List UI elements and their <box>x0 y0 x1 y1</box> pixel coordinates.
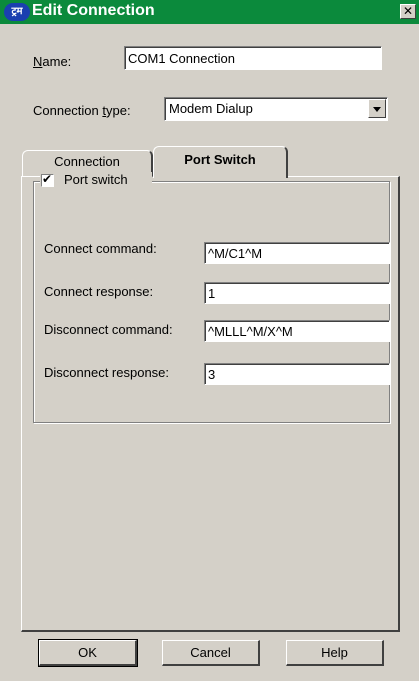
port-switch-checkbox[interactable] <box>41 172 54 187</box>
connect-command-field[interactable] <box>204 242 390 264</box>
name-label: Name: <box>33 54 72 69</box>
connect-response-input[interactable] <box>205 283 389 303</box>
connect-command-input[interactable] <box>205 243 389 263</box>
help-button[interactable]: Help <box>286 640 384 666</box>
disconnect-command-field[interactable] <box>204 320 390 342</box>
disconnect-command-label: Disconnect command: <box>44 322 173 337</box>
connection-type-label: Connection type: <box>33 103 131 118</box>
connection-type-select[interactable]: Modem Dialup <box>164 97 388 121</box>
connection-type-value: Modem Dialup <box>169 101 253 116</box>
tab-port-switch-label: Port Switch <box>184 152 256 167</box>
disconnect-response-field[interactable] <box>204 363 390 385</box>
port-switch-toggle[interactable]: Port switch <box>40 172 152 190</box>
connect-command-label: Connect command: <box>44 241 157 256</box>
title-bar[interactable]: ट्रम Edit Connection ✕ <box>0 0 419 24</box>
close-button[interactable]: ✕ <box>400 4 416 19</box>
tab-port-switch[interactable]: Port Switch <box>153 146 288 178</box>
disconnect-response-label: Disconnect response: <box>44 365 170 380</box>
disconnect-command-input[interactable] <box>205 321 389 341</box>
disconnect-response-input[interactable] <box>205 364 389 384</box>
connect-response-field[interactable] <box>204 282 390 304</box>
ok-button[interactable]: OK <box>38 639 138 667</box>
cancel-button[interactable]: Cancel <box>162 640 260 666</box>
window-title: Edit Connection <box>32 2 155 19</box>
name-field[interactable] <box>124 46 382 70</box>
chevron-down-icon[interactable] <box>368 99 386 118</box>
name-input[interactable] <box>125 47 381 69</box>
tab-connection-label: Connection <box>54 154 120 169</box>
app-icon: ट्रम <box>4 3 30 21</box>
edit-connection-dialog: ट्रम Edit Connection ✕ Name: Connection … <box>0 0 419 681</box>
connect-response-label: Connect response: <box>44 284 154 299</box>
port-switch-label: Port switch <box>64 172 128 187</box>
